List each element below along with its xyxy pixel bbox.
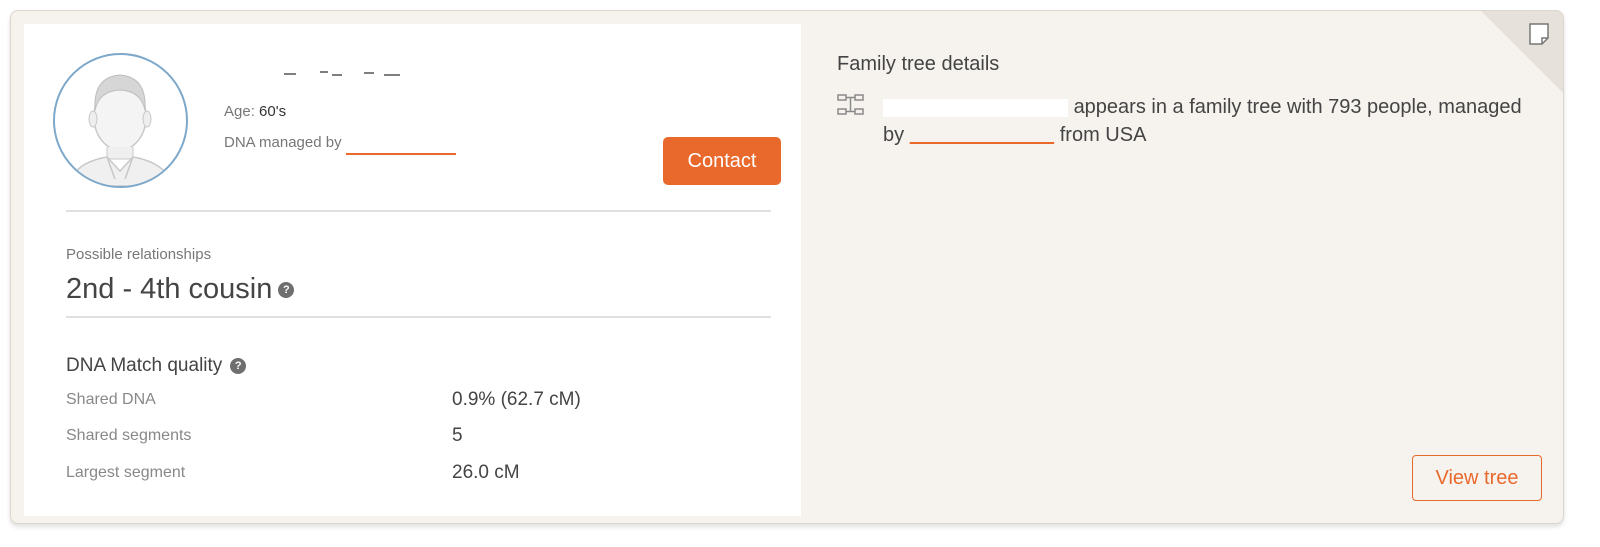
age-label: Age:: [224, 103, 255, 120]
largest-segment-value: 26.0 cM: [452, 462, 520, 483]
redacted-name: [224, 62, 424, 82]
tree-manager-link[interactable]: [910, 124, 1054, 146]
shared-segments-row: Shared segments 5: [66, 425, 771, 449]
shared-segments-value: 5: [452, 425, 463, 446]
family-tree-title: Family tree details: [837, 53, 1000, 75]
redacted-person-name: [883, 98, 1068, 117]
shared-segments-label: Shared segments: [66, 427, 192, 444]
match-card: Age: 60's DNA managed by Contact Possibl…: [10, 10, 1564, 524]
match-profile-panel: Age: 60's DNA managed by Contact Possibl…: [24, 24, 801, 516]
largest-segment-row: Largest segment 26.0 cM: [66, 462, 771, 486]
relationship-value: 2nd - 4th cousin ?: [66, 273, 295, 306]
largest-segment-label: Largest segment: [66, 464, 186, 481]
relationship-label: Possible relationships: [66, 246, 212, 263]
question-mark-icon[interactable]: ?: [230, 358, 247, 374]
manager-link[interactable]: [345, 138, 456, 155]
avatar[interactable]: [53, 53, 188, 188]
question-mark-icon[interactable]: ?: [278, 281, 295, 298]
match-quality-heading: DNA Match quality: [66, 355, 223, 376]
match-quality-title: DNA Match quality ?: [66, 355, 247, 377]
shared-dna-label: Shared DNA: [66, 391, 156, 408]
divider: [66, 210, 771, 212]
person-silhouette-icon: [68, 74, 173, 186]
shared-dna-value: 0.9% (62.7 cM): [452, 389, 581, 410]
divider: [66, 316, 771, 318]
managed-by-info: DNA managed by: [224, 134, 456, 155]
age-value: 60's: [259, 103, 287, 120]
age-info: Age: 60's: [224, 103, 286, 120]
family-tree-icon: [837, 94, 864, 115]
view-tree-button[interactable]: View tree: [1412, 455, 1542, 501]
shared-dna-row: Shared DNA 0.9% (62.7 cM): [66, 389, 771, 413]
family-tree-description: appears in a family tree with 793 people…: [883, 93, 1543, 149]
tree-location-text: from USA: [1059, 124, 1147, 146]
match-name[interactable]: [224, 62, 424, 82]
note-icon[interactable]: [1529, 23, 1549, 45]
contact-button[interactable]: Contact: [663, 137, 781, 185]
relationship-text: 2nd - 4th cousin: [66, 273, 273, 305]
corner-fold: [1481, 11, 1563, 93]
managed-by-label: DNA managed by: [224, 134, 342, 151]
